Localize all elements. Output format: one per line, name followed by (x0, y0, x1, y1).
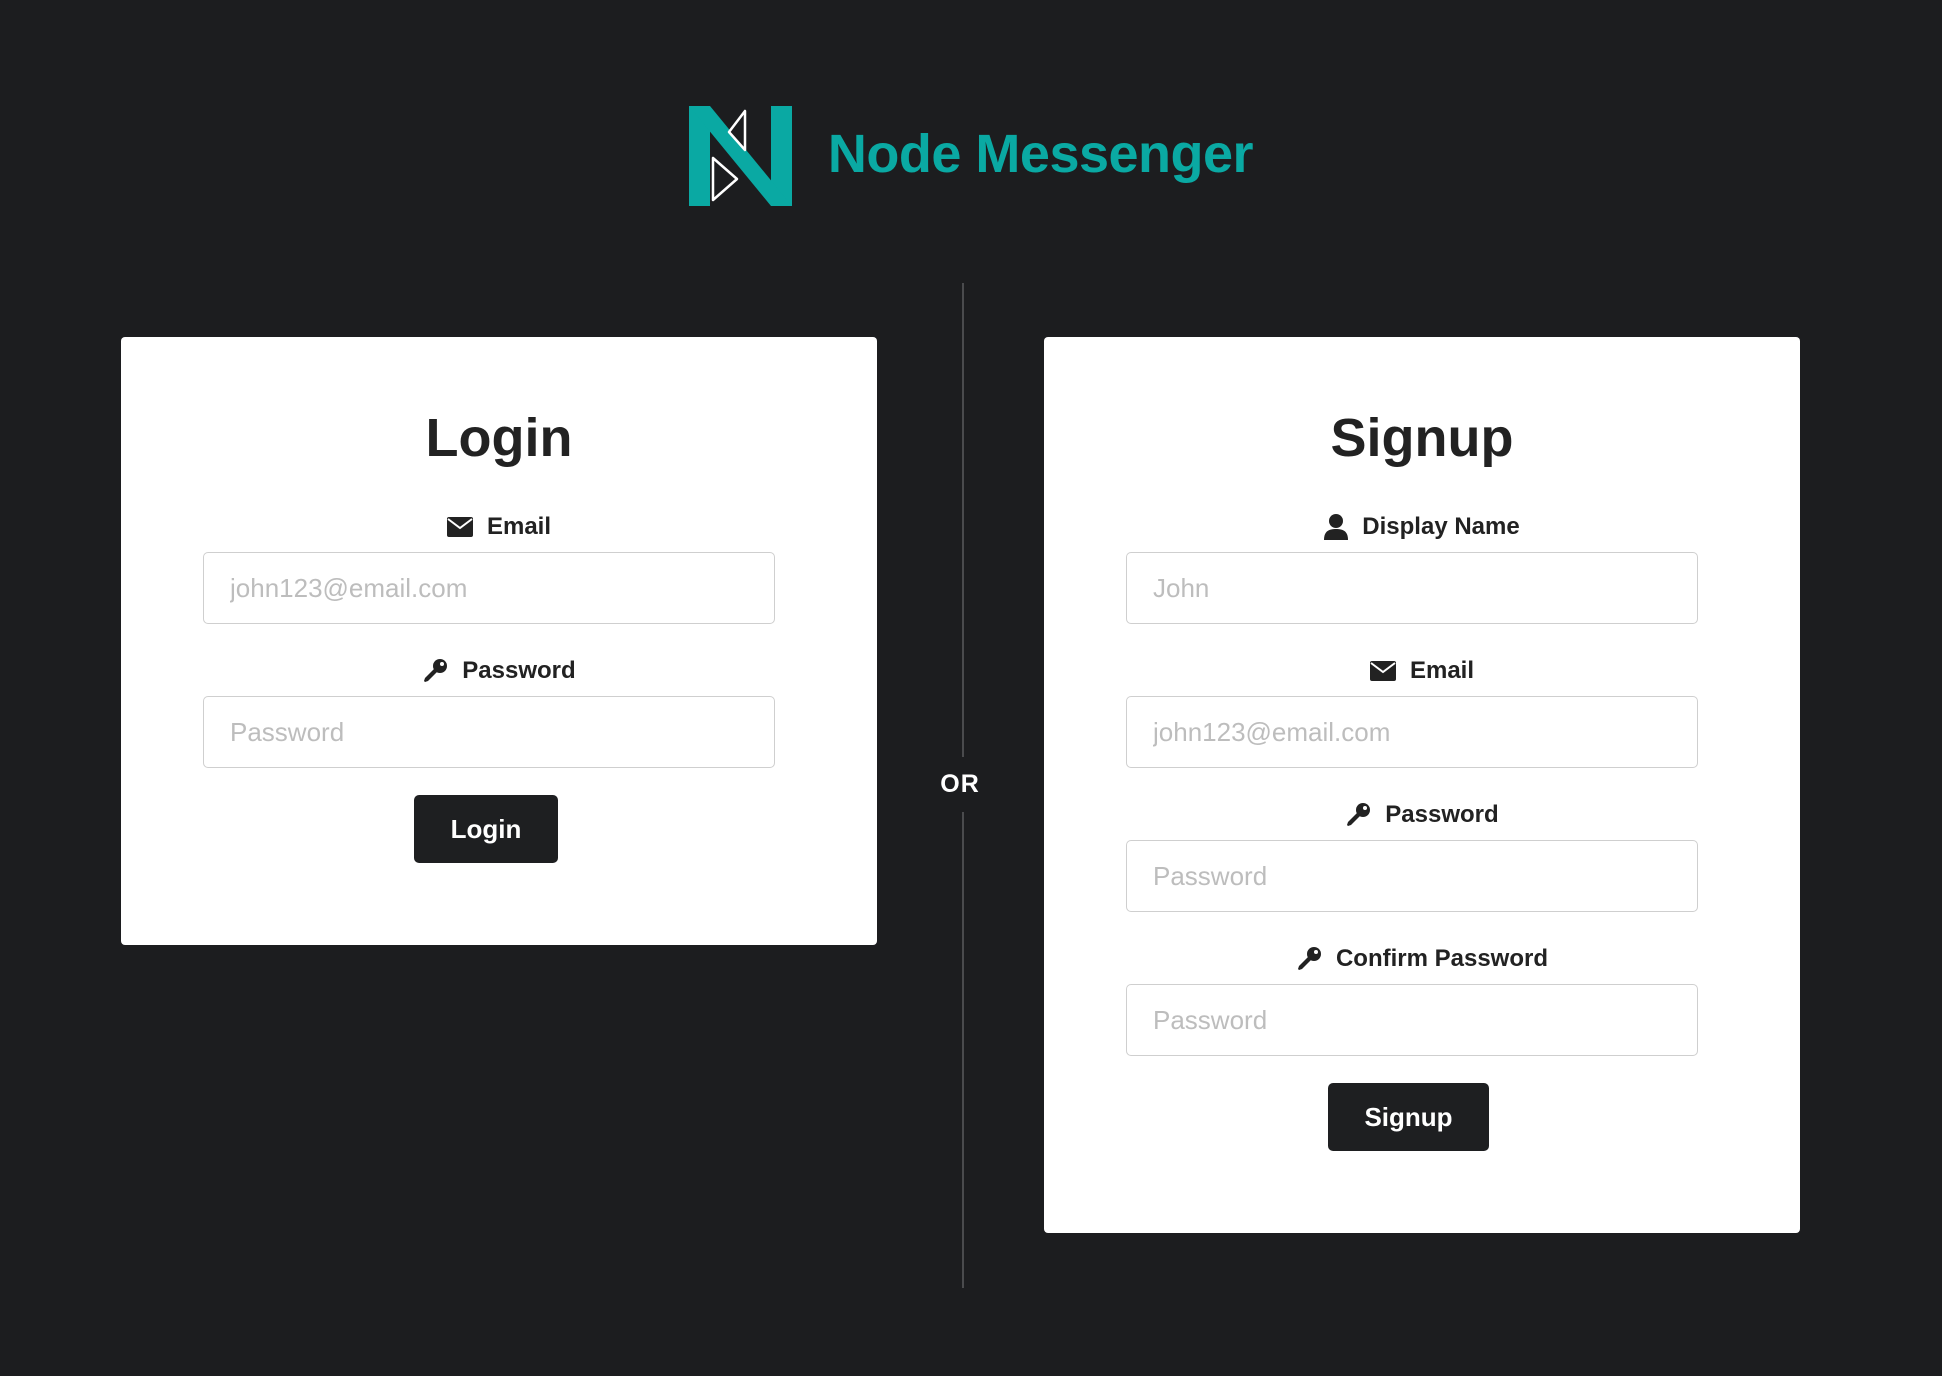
divider-line-top (962, 283, 964, 757)
signup-confirm-password-label: Confirm Password (1044, 943, 1800, 975)
login-title: Login (425, 408, 573, 468)
key-icon (1347, 803, 1371, 826)
login-button[interactable]: Login (414, 795, 558, 863)
envelope-icon (1369, 661, 1396, 681)
login-card: Login Email Password Login (121, 337, 877, 945)
login-email-label-text: Email (486, 513, 552, 540)
signup-display-name-input[interactable] (1126, 552, 1698, 624)
login-email-input[interactable] (203, 552, 775, 624)
signup-title: Signup (1330, 408, 1514, 468)
signup-display-name-label-text: Display Name (1362, 513, 1520, 540)
signup-display-name-label: Display Name (1044, 511, 1800, 543)
login-password-input[interactable] (203, 696, 775, 768)
user-icon (1324, 514, 1349, 540)
key-icon (424, 659, 448, 682)
signup-card: Signup Display Name Email Password (1044, 337, 1800, 1233)
signup-confirm-password-input[interactable] (1126, 984, 1698, 1056)
signup-confirm-password-label-text: Confirm Password (1335, 945, 1549, 972)
login-password-label: Password (121, 655, 877, 687)
app-header: Node Messenger (0, 106, 1942, 206)
signup-email-label-text: Email (1409, 657, 1475, 684)
signup-password-input[interactable] (1126, 840, 1698, 912)
signup-button[interactable]: Signup (1328, 1083, 1489, 1151)
brand-name: Node Messenger (827, 124, 1254, 184)
envelope-icon (446, 517, 473, 537)
login-password-label-text: Password (462, 657, 576, 684)
signup-password-label-text: Password (1385, 801, 1499, 828)
signup-email-label: Email (1044, 655, 1800, 687)
signup-email-input[interactable] (1126, 696, 1698, 768)
signup-password-label: Password (1044, 799, 1800, 831)
node-messenger-logo-icon (688, 106, 792, 206)
or-divider-text: OR (940, 770, 980, 798)
login-email-label: Email (121, 511, 877, 543)
key-icon (1297, 947, 1321, 970)
divider-line-bottom (962, 812, 964, 1288)
